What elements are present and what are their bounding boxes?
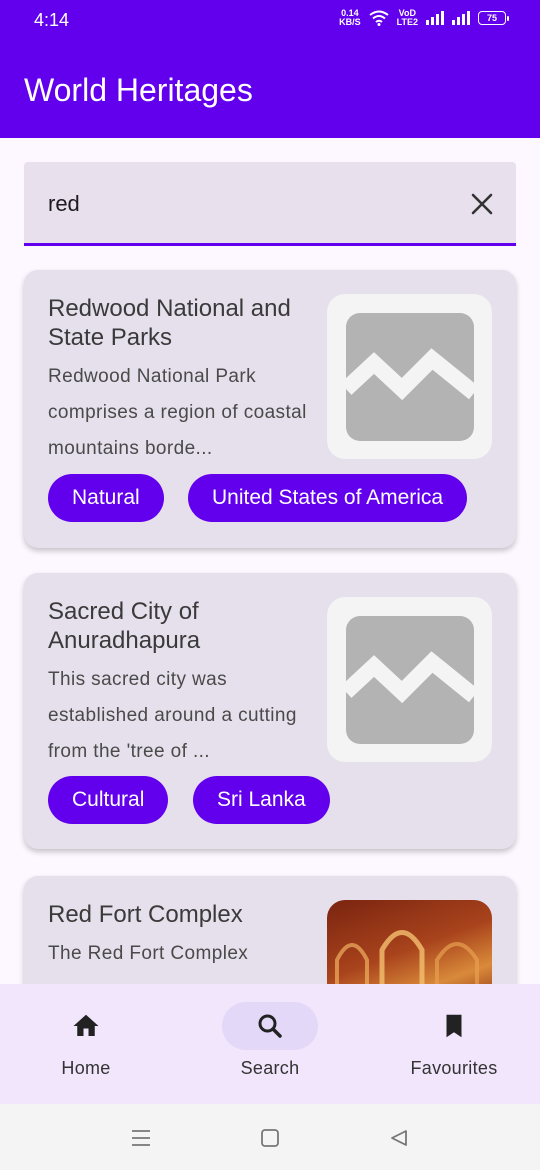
recents-button[interactable]	[129, 1126, 153, 1150]
results-list[interactable]: Redwood National and State Parks Redwood…	[0, 250, 540, 984]
heritage-card[interactable]: Redwood National and State Parks Redwood…	[24, 270, 516, 548]
nav-label: Favourites	[410, 1058, 498, 1078]
category-chip[interactable]: Cultural	[48, 776, 169, 824]
card-description: The Red Fort Complex	[48, 943, 249, 964]
status-time: 4:14	[34, 10, 70, 30]
card-image	[327, 597, 492, 762]
country-chip[interactable]: United States of America	[188, 474, 468, 522]
home-icon	[73, 1014, 99, 1036]
card-title: Redwood National and State Parks	[48, 295, 291, 351]
placeholder-image-icon	[345, 312, 474, 441]
nav-icon-container-active	[222, 1002, 318, 1050]
signal-bars-1-icon	[426, 11, 444, 25]
app-bar: 4:14 0.14 KB/S VoD LTE2 75 World Heritag…	[0, 0, 540, 138]
back-triangle-icon	[391, 1130, 407, 1146]
volte-label: VoD LTE2	[397, 9, 418, 27]
search-input[interactable]	[48, 188, 448, 220]
red-fort-photo	[327, 900, 492, 984]
signal-bars-2-icon	[452, 11, 470, 25]
nav-label: Search	[240, 1058, 300, 1078]
heritage-card[interactable]: Sacred City of Anuradhapura This sacred …	[24, 573, 516, 849]
nav-icon-container	[38, 1002, 134, 1050]
system-back-button[interactable]	[387, 1126, 411, 1150]
country-chip[interactable]: Sri Lanka	[193, 776, 330, 824]
heritage-card[interactable]: Red Fort Complex The Red Fort Complex	[24, 876, 516, 984]
volte-bottom: LTE2	[396, 17, 418, 27]
card-title: Sacred City of Anuradhapura	[48, 598, 201, 654]
system-navigation-bar	[0, 1104, 540, 1170]
home-square-icon	[261, 1129, 279, 1147]
battery-level: 75	[486, 13, 497, 23]
nav-item-favourites[interactable]: Favourites	[364, 984, 540, 1104]
card-image	[327, 294, 492, 459]
status-icons: 0.14 KB/S VoD LTE2 75	[339, 9, 509, 27]
nav-label: Home	[61, 1058, 111, 1078]
placeholder-image-icon	[345, 615, 474, 744]
bookmark-icon	[446, 1014, 462, 1038]
nav-item-search[interactable]: Search	[180, 984, 360, 1104]
card-title: Red Fort Complex	[48, 901, 243, 928]
card-description: This sacred city was established around …	[48, 669, 297, 762]
menu-icon	[132, 1130, 150, 1146]
bottom-navigation: Home Search Favourites	[0, 984, 540, 1104]
clear-search-button[interactable]	[468, 190, 496, 218]
status-bar: 4:14 0.14 KB/S VoD LTE2 75	[0, 0, 540, 42]
nav-icon-container	[406, 1002, 502, 1050]
close-icon	[471, 193, 493, 215]
net-speed-unit: KB/S	[339, 17, 361, 27]
category-chip[interactable]: Natural	[48, 474, 164, 522]
system-home-button[interactable]	[258, 1126, 282, 1150]
net-speed: 0.14 KB/S	[339, 9, 361, 27]
nav-item-home[interactable]: Home	[0, 984, 176, 1104]
search-icon	[258, 1014, 282, 1038]
page-title: World Heritages	[24, 72, 253, 108]
search-field[interactable]	[24, 162, 516, 246]
card-description: Redwood National Park comprises a region…	[48, 366, 307, 459]
arches-image	[335, 930, 479, 984]
battery-icon: 75	[478, 11, 509, 25]
wifi-icon	[369, 10, 389, 26]
